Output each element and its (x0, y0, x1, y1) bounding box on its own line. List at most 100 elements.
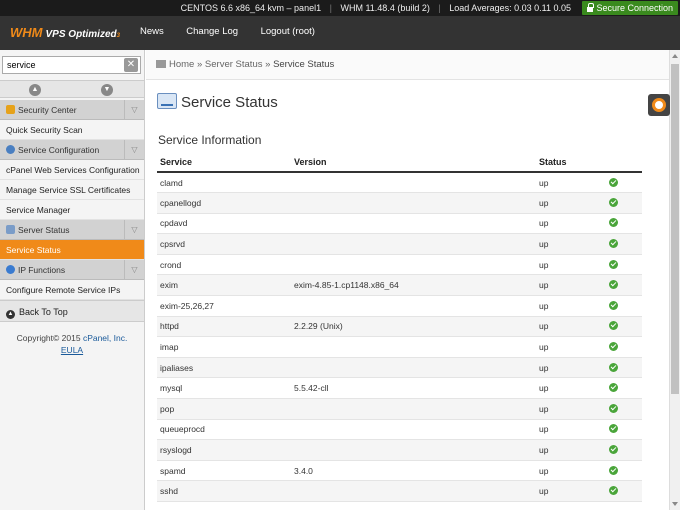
status-ok-icon (609, 177, 618, 187)
sidebar-item-configure-remote-ips[interactable]: Configure Remote Service IPs (0, 280, 144, 300)
table-header-row: Service Version Status (157, 153, 642, 173)
status-ok-icon (609, 362, 618, 372)
table-row: pop up (157, 398, 642, 420)
copyright-text: Copyright© 2015 (16, 333, 81, 343)
server-info: CENTOS 6.6 x86_64 kvm – panel1 | WHM 11.… (178, 3, 574, 13)
divider: | (438, 3, 441, 13)
status-indicator-cell (606, 419, 642, 441)
services-table: Service Version Status clamd up cpanellogd… (157, 153, 642, 502)
status-indicator-cell (606, 192, 642, 214)
load-averages: Load Averages: 0.03 0.11 0.05 (449, 3, 571, 13)
logo-sub: 3 (116, 33, 120, 39)
sidebar-category-ip-functions[interactable]: IP Functions ▽ (0, 260, 144, 280)
service-version (291, 480, 536, 502)
service-status: up (536, 192, 606, 214)
breadcrumb-separator: » (265, 59, 271, 70)
service-name: imap (157, 336, 291, 358)
eula-link[interactable]: EULA (61, 345, 83, 355)
service-name: cpsrvd (157, 233, 291, 255)
sidebar-category-security-center[interactable]: Security Center ▽ (0, 100, 144, 120)
sidebar-item-service-manager[interactable]: Service Manager (0, 200, 144, 220)
help-button[interactable] (648, 94, 670, 116)
chevron-down-icon[interactable]: ▽ (124, 140, 144, 159)
lock-icon (6, 105, 15, 114)
breadcrumb-home[interactable]: Home (169, 59, 194, 70)
service-version (291, 254, 536, 276)
home-icon (156, 60, 166, 68)
lock-icon (587, 3, 595, 12)
service-status: up (536, 480, 606, 502)
sidebar-category-server-status[interactable]: Server Status ▽ (0, 220, 144, 240)
table-row: queueprocd up (157, 419, 642, 441)
nav-change-log[interactable]: Change Log (186, 26, 238, 37)
service-version: 2.2.29 (Unix) (291, 316, 536, 338)
service-version (291, 357, 536, 379)
expand-all-icon[interactable]: ▼ (101, 84, 113, 96)
whm-logo[interactable]: WHM VPS Optimized3 (10, 25, 120, 40)
sidebar-item-manage-ssl[interactable]: Manage Service SSL Certificates (0, 180, 144, 200)
breadcrumb-server-status[interactable]: Server Status (205, 59, 263, 70)
table-row: exim exim-4.85-1.cp1148.x86_64 up (157, 274, 642, 297)
status-indicator-cell (606, 336, 642, 358)
chevron-down-icon[interactable]: ▽ (124, 220, 144, 239)
scroll-down-icon[interactable] (672, 502, 678, 506)
nav-logout[interactable]: Logout (root) (261, 26, 315, 37)
scroll-up-icon[interactable] (672, 54, 678, 58)
service-status: up (536, 336, 606, 358)
status-ok-icon (609, 383, 618, 393)
scrollbar[interactable] (669, 50, 680, 510)
column-header-version: Version (291, 153, 536, 173)
sidebar-category-service-configuration[interactable]: Service Configuration ▽ (0, 140, 144, 160)
table-row: rsyslogd up (157, 439, 642, 461)
service-status: up (536, 357, 606, 379)
logo-vps: VPS Optimized (45, 29, 117, 40)
status-ok-icon (609, 239, 618, 249)
back-to-top-label: Back To Top (19, 307, 68, 317)
table-row: sshd up (157, 480, 642, 502)
whm-version: WHM 11.48.4 (build 2) (340, 3, 430, 13)
status-indicator-cell (606, 295, 642, 317)
service-status: up (536, 460, 606, 482)
service-name: mysql (157, 377, 291, 400)
collapse-all-icon[interactable]: ▲ (29, 84, 41, 96)
service-version (291, 192, 536, 214)
table-row: httpd 2.2.29 (Unix) up (157, 316, 642, 338)
status-ok-icon (609, 486, 618, 496)
column-header-status: Status (536, 153, 606, 173)
status-indicator-cell (606, 233, 642, 255)
chevron-down-icon[interactable]: ▽ (124, 100, 144, 119)
status-indicator-cell (606, 316, 642, 338)
host-info: CENTOS 6.6 x86_64 kvm – panel1 (180, 3, 322, 13)
gear-icon (6, 145, 15, 154)
logo-whm: WHM (10, 25, 43, 40)
nav-news[interactable]: News (140, 26, 164, 37)
chevron-down-icon[interactable]: ▽ (124, 260, 144, 279)
sidebar-item-service-status[interactable]: Service Status (0, 240, 144, 260)
status-ok-icon (609, 280, 618, 290)
clear-search-button[interactable]: ✕ (124, 58, 138, 72)
status-ok-icon (609, 342, 618, 352)
status-indicator-cell (606, 172, 642, 194)
service-version (291, 213, 536, 235)
status-ok-icon (609, 218, 618, 228)
service-status-icon (157, 93, 177, 109)
scrollbar-thumb[interactable] (671, 64, 679, 394)
table-row: ipaliases up (157, 357, 642, 379)
monitor-icon (6, 225, 15, 234)
divider: | (329, 3, 332, 13)
search-input[interactable] (3, 57, 118, 73)
copyright: Copyright© 2015 cPanel, Inc. EULA (0, 322, 144, 356)
back-to-top-button[interactable]: ▲ Back To Top (0, 300, 144, 322)
service-version: exim-4.85-1.cp1148.x86_64 (291, 274, 536, 297)
table-row: spamd 3.4.0 up (157, 460, 642, 482)
page-title: Service Status (157, 93, 278, 111)
cpanel-link[interactable]: cPanel, Inc. (83, 333, 127, 343)
sidebar-item-cpanel-web-services[interactable]: cPanel Web Services Configuration (0, 160, 144, 180)
status-ok-icon (609, 300, 618, 310)
status-ok-icon (609, 465, 618, 475)
service-name: queueprocd (157, 419, 291, 441)
status-indicator-cell (606, 254, 642, 276)
service-name: pop (157, 398, 291, 420)
sidebar-item-quick-security-scan[interactable]: Quick Security Scan (0, 120, 144, 140)
search-box: ✕ (2, 56, 141, 74)
